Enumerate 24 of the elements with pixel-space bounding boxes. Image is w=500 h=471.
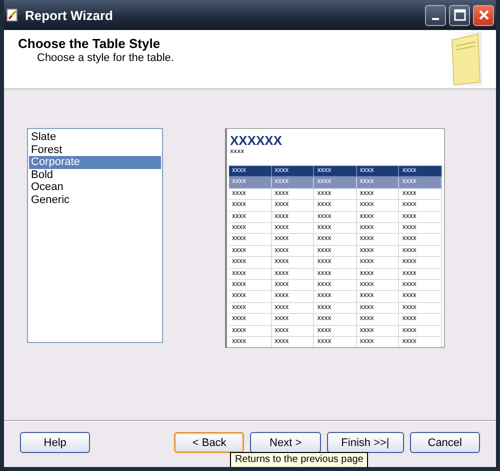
window-title: Report Wizard — [25, 8, 114, 22]
preview-title: XXXXXX — [229, 133, 284, 148]
tooltip: Returns to the previous page — [230, 452, 368, 467]
minimize-button[interactable] — [425, 4, 446, 26]
style-item[interactable]: Forest — [29, 144, 161, 156]
style-item[interactable]: Corporate — [29, 156, 161, 168]
report-icon — [6, 8, 20, 22]
page-title: Choose the Table Style — [18, 36, 162, 51]
style-item[interactable]: Ocean — [29, 181, 161, 194]
wizard-button[interactable]: Help — [20, 432, 90, 453]
maximize-icon — [454, 9, 466, 21]
page-subtitle: Choose a style for the table. — [36, 52, 174, 64]
wizard-button[interactable]: Next > — [250, 432, 321, 453]
style-item[interactable]: Slate — [29, 131, 161, 144]
minimize-icon — [432, 18, 439, 20]
style-item[interactable]: Bold — [29, 168, 161, 181]
maximize-button[interactable] — [449, 4, 470, 26]
wizard-button[interactable]: Finish >>| — [326, 432, 404, 453]
style-item[interactable]: Generic — [29, 194, 161, 206]
wizard-button[interactable]: < Back — [174, 432, 244, 453]
wizard-button[interactable]: Cancel — [410, 432, 480, 453]
close-button[interactable] — [473, 4, 494, 26]
close-icon — [478, 9, 490, 21]
note-icon — [450, 32, 482, 86]
